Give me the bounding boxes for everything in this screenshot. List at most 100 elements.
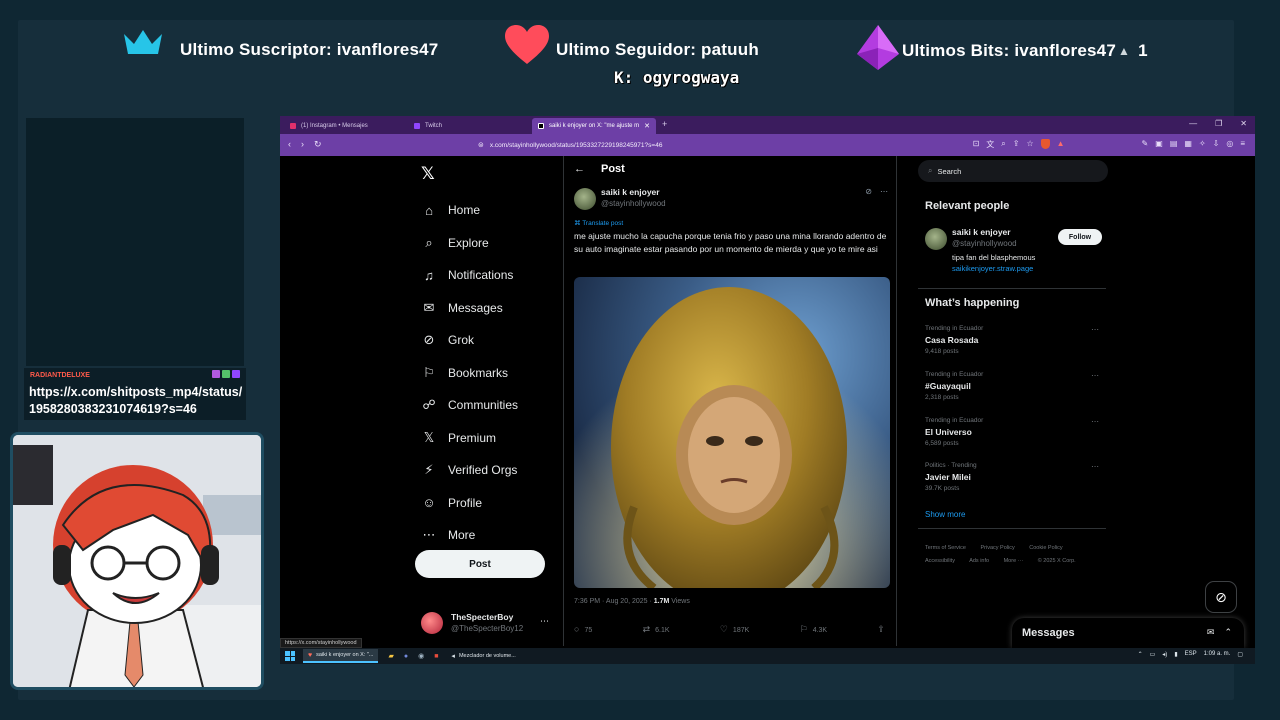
share-button[interactable]: ⇪ bbox=[877, 624, 890, 635]
new-message-icon[interactable]: ✉ bbox=[1207, 627, 1215, 638]
wallet-icon[interactable]: ▣ bbox=[1155, 139, 1163, 150]
share-icon[interactable]: ⇪ bbox=[1013, 139, 1020, 150]
post-button[interactable]: Post bbox=[415, 550, 545, 578]
tab-instagram[interactable]: (1) Instagram • Mensajes bbox=[284, 118, 406, 134]
bits-count-value: 1 bbox=[1138, 41, 1148, 60]
footer-link[interactable]: More ··· bbox=[1004, 558, 1024, 564]
taskbar-item-volume-mixer[interactable]: ◂ Mezclador de volume... bbox=[446, 649, 520, 663]
footer-link[interactable]: Privacy Policy bbox=[981, 545, 1015, 551]
sidebar-icon[interactable]: ▤ bbox=[1170, 139, 1178, 150]
back-icon[interactable]: ‹ bbox=[288, 139, 291, 150]
relevant-name[interactable]: saiki k enjoyer bbox=[952, 227, 1011, 237]
battery-icon[interactable]: ▮ bbox=[1174, 651, 1177, 658]
relevant-handle[interactable]: @stayinhollywood bbox=[952, 239, 1017, 248]
bookmark-count: 4.3K bbox=[812, 627, 828, 634]
trend-item[interactable]: Trending in Ecuador #Guayaquil 2,318 pos… bbox=[925, 371, 1103, 401]
nav-explore[interactable]: ⌕ Explore bbox=[421, 227, 518, 260]
search-input[interactable]: ⌕ Search bbox=[918, 160, 1108, 182]
back-arrow-icon[interactable]: ← bbox=[574, 163, 585, 175]
nav-grok[interactable]: ⊘ Grok bbox=[421, 324, 518, 357]
nav-messages[interactable]: ✉ Messages bbox=[421, 292, 518, 325]
translate-icon[interactable]: 文 bbox=[986, 139, 994, 150]
menu-icon[interactable]: ≡ bbox=[1240, 139, 1245, 150]
nav-premium[interactable]: 𝕏 Premium bbox=[421, 422, 518, 455]
show-more-link[interactable]: Show more bbox=[925, 510, 965, 519]
author-name[interactable]: saiki k enjoyer bbox=[601, 187, 660, 197]
app-icon[interactable]: ■ bbox=[434, 653, 438, 660]
bookmark-star-icon[interactable]: ☆ bbox=[1026, 139, 1033, 150]
trend-item[interactable]: Trending in Ecuador El Universo 6,589 po… bbox=[925, 417, 1103, 447]
tabs-icon[interactable]: ▦ bbox=[1184, 139, 1192, 150]
nav-profile[interactable]: ☺ Profile bbox=[421, 487, 518, 520]
nav-communities[interactable]: ☍ Communities bbox=[421, 389, 518, 422]
grok-explain-icon[interactable]: ⊘ bbox=[865, 187, 872, 196]
post-more-icon[interactable]: ⋯ bbox=[880, 187, 888, 196]
vpn-icon[interactable]: ◎ bbox=[1226, 139, 1233, 150]
post-timestamp[interactable]: 7:36 PM · Aug 20, 2025 · bbox=[574, 598, 654, 605]
footer-link[interactable]: Terms of Service bbox=[925, 545, 966, 551]
leo-icon[interactable]: ✧ bbox=[1199, 139, 1206, 150]
account-switcher[interactable]: TheSpecterBoy @TheSpecterBoy12 ⋯ bbox=[421, 608, 561, 638]
file-explorer-icon[interactable]: ▰ bbox=[388, 652, 393, 660]
trend-more-icon[interactable]: ⋯ bbox=[1091, 462, 1099, 471]
more-options-icon[interactable]: ⋯ bbox=[540, 616, 549, 627]
zoom-icon[interactable]: ⌕ bbox=[1001, 139, 1005, 150]
repost-button[interactable]: ⇄ 6.1K bbox=[643, 624, 670, 635]
reload-icon[interactable]: ↻ bbox=[314, 139, 322, 150]
close-tab-icon[interactable]: ✕ bbox=[644, 122, 650, 130]
relevant-link[interactable]: saikikenjoyer.straw.page bbox=[952, 264, 1033, 273]
like-button[interactable]: ♡ 187K bbox=[720, 624, 749, 635]
trend-more-icon[interactable]: ⋯ bbox=[1091, 417, 1099, 426]
volume-icon[interactable]: ◂) bbox=[1162, 651, 1167, 658]
rewards-icon[interactable]: ▲ bbox=[1057, 139, 1065, 150]
translate-post-link[interactable]: ⌘ Translate post bbox=[574, 219, 623, 227]
notification-center-icon[interactable]: ▢ bbox=[1237, 651, 1243, 658]
tray-overflow-icon[interactable]: ⌃ bbox=[1138, 651, 1143, 658]
follow-button[interactable]: Follow bbox=[1058, 229, 1102, 245]
obs-icon[interactable]: ◉ bbox=[418, 652, 424, 660]
address-bar[interactable]: ⊜ x.com/stayinhollywood/status/195332722… bbox=[478, 138, 1038, 152]
author-handle[interactable]: @stayinhollywood bbox=[601, 199, 666, 208]
install-icon[interactable]: ⊡ bbox=[973, 139, 980, 150]
maximize-icon[interactable]: ❐ bbox=[1215, 119, 1222, 128]
trend-more-icon[interactable]: ⋯ bbox=[1091, 325, 1099, 334]
expand-icon[interactable]: ⌃ bbox=[1224, 627, 1232, 638]
grok-floating-button[interactable]: ⊘ bbox=[1205, 581, 1237, 613]
network-icon[interactable]: ▭ bbox=[1150, 651, 1156, 658]
trend-item[interactable]: Trending in Ecuador Casa Rosada 9,418 po… bbox=[925, 325, 1103, 355]
nav-label: More bbox=[448, 528, 476, 543]
nav-home[interactable]: ⌂ Home bbox=[421, 194, 518, 227]
post-media-image[interactable] bbox=[574, 277, 890, 588]
close-window-icon[interactable]: ✕ bbox=[1240, 119, 1247, 128]
footer-link[interactable]: Cookie Policy bbox=[1029, 545, 1062, 551]
nav-more[interactable]: ⋯ More bbox=[421, 519, 518, 552]
trend-more-icon[interactable]: ⋯ bbox=[1091, 371, 1099, 380]
windows-start-icon[interactable] bbox=[285, 651, 295, 661]
site-info-icon[interactable]: ⊜ bbox=[478, 141, 484, 149]
relevant-avatar[interactable] bbox=[925, 228, 947, 250]
x-logo-icon[interactable]: 𝕏 bbox=[421, 164, 435, 184]
language-indicator[interactable]: ESP bbox=[1185, 651, 1197, 658]
downloads-icon[interactable]: ⇩ bbox=[1213, 139, 1220, 150]
footer-link[interactable]: Ads info bbox=[969, 558, 989, 564]
tab-x-post[interactable]: saiki k enjoyer on X: "me ajuste m ✕ bbox=[532, 118, 656, 134]
nav-verified-orgs[interactable]: ⚡ Verified Orgs bbox=[421, 454, 518, 487]
footer-link[interactable]: Accessibility bbox=[925, 558, 955, 564]
minimize-icon[interactable]: — bbox=[1189, 119, 1197, 128]
brave-shield-icon[interactable] bbox=[1040, 139, 1050, 149]
taskbar-item-browser[interactable]: ♥ saiki k enjoyer on X: "... bbox=[303, 649, 379, 663]
bookmark-button[interactable]: ⚐ 4.3K bbox=[800, 624, 827, 635]
tab-twitch[interactable]: Twitch bbox=[408, 118, 530, 134]
chat-message-text: https://x.com/shitposts_mp4/status/19582… bbox=[29, 385, 243, 416]
forward-icon[interactable]: › bbox=[301, 139, 304, 150]
reply-button[interactable]: ○ 75 bbox=[574, 624, 592, 635]
new-tab-icon[interactable]: + bbox=[662, 119, 667, 129]
trend-item[interactable]: Politics · Trending Javier Milei 39.7K p… bbox=[925, 462, 1103, 492]
nav-bookmarks[interactable]: ⚐ Bookmarks bbox=[421, 357, 518, 390]
nav-notifications[interactable]: ♫ Notifications bbox=[421, 259, 518, 292]
clock[interactable]: 1:09 a. m. bbox=[1204, 651, 1231, 658]
extensions-icon[interactable]: ✎ bbox=[1142, 139, 1149, 150]
author-avatar[interactable] bbox=[574, 188, 596, 210]
discord-icon[interactable]: ● bbox=[404, 653, 408, 660]
messages-drawer[interactable]: Messages ✉ ⌃ bbox=[1012, 618, 1244, 648]
